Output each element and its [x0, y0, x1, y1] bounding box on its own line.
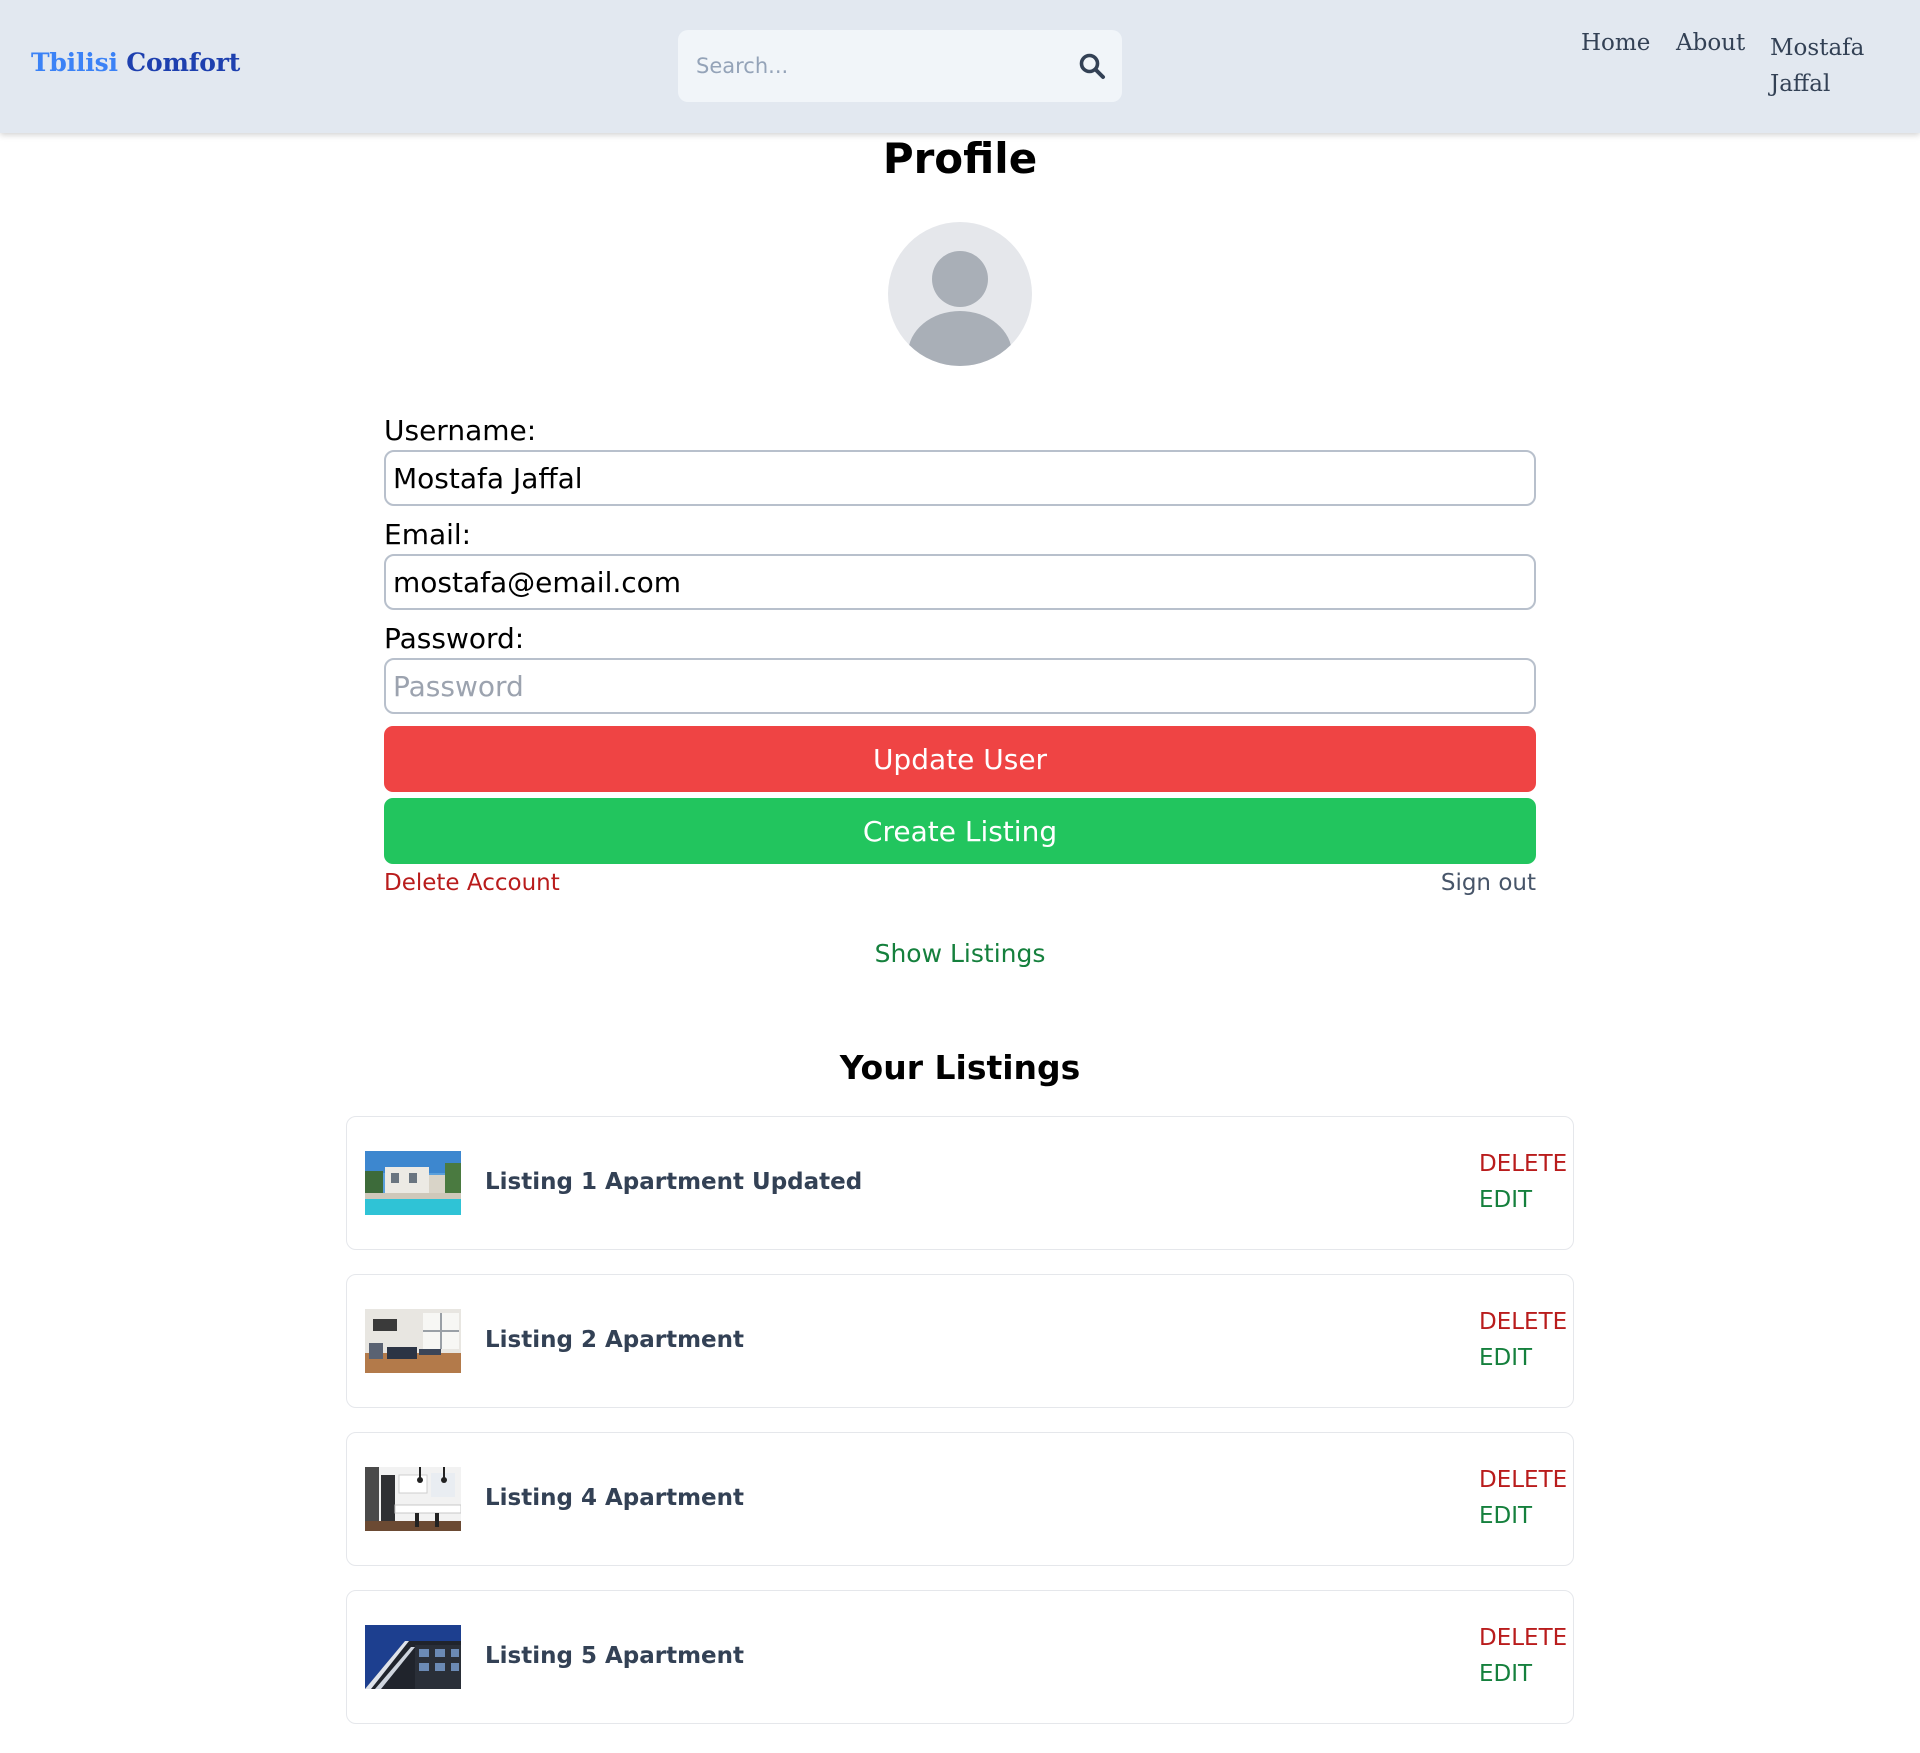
listing-card: Listing 1 Apartment Updated DELETE EDIT	[346, 1116, 1574, 1250]
listing-title[interactable]: Listing 1 Apartment Updated	[485, 1169, 862, 1195]
listing-title[interactable]: Listing 5 Apartment	[485, 1643, 744, 1669]
edit-listing-button[interactable]: EDIT	[1479, 1661, 1532, 1687]
password-label: Password:	[384, 622, 525, 655]
nav-user-link[interactable]: Mostafa Jaffal	[1770, 30, 1880, 102]
create-listing-button[interactable]: Create Listing	[384, 798, 1536, 864]
email-field[interactable]	[384, 554, 1536, 610]
listing-thumbnail[interactable]	[365, 1151, 461, 1215]
user-avatar-icon[interactable]	[888, 222, 1032, 366]
delete-listing-button[interactable]: DELETE	[1479, 1625, 1567, 1651]
nav-home-link[interactable]: Home	[1581, 30, 1650, 56]
listing-thumbnail[interactable]	[365, 1467, 461, 1531]
listing-thumbnail[interactable]	[365, 1625, 461, 1689]
listing-card: Listing 4 Apartment DELETE EDIT	[346, 1432, 1574, 1566]
search-icon[interactable]	[1078, 52, 1106, 80]
delete-listing-button[interactable]: DELETE	[1479, 1151, 1567, 1177]
show-listings-button[interactable]: Show Listings	[384, 939, 1536, 968]
update-user-button[interactable]: Update User	[384, 726, 1536, 792]
email-label: Email:	[384, 518, 472, 551]
edit-listing-button[interactable]: EDIT	[1479, 1503, 1532, 1529]
delete-account-link[interactable]: Delete Account	[384, 870, 560, 896]
delete-listing-button[interactable]: DELETE	[1479, 1467, 1567, 1493]
listing-card: Listing 5 Apartment DELETE EDIT	[346, 1590, 1574, 1724]
your-listings-heading: Your Listings	[839, 1048, 1081, 1087]
listing-card: Listing 2 Apartment DELETE EDIT	[346, 1274, 1574, 1408]
brand-part-2: Comfort	[126, 48, 241, 77]
page-title: Profile	[882, 134, 1038, 183]
brand-part-1: Tbilisi	[31, 48, 118, 77]
listing-thumbnail[interactable]	[365, 1309, 461, 1373]
password-field[interactable]	[384, 658, 1536, 714]
brand-logo[interactable]: Tbilisi Comfort	[31, 48, 240, 77]
search-input[interactable]	[696, 48, 1056, 84]
delete-listing-button[interactable]: DELETE	[1479, 1309, 1567, 1335]
search-box	[678, 30, 1122, 102]
nav-about-link[interactable]: About	[1676, 30, 1745, 56]
listing-title[interactable]: Listing 2 Apartment	[485, 1327, 744, 1353]
listing-title[interactable]: Listing 4 Apartment	[485, 1485, 744, 1511]
username-field[interactable]	[384, 450, 1536, 506]
top-navbar: Tbilisi Comfort Home About Mostafa Jaffa…	[0, 0, 1920, 133]
username-label: Username:	[384, 414, 537, 447]
edit-listing-button[interactable]: EDIT	[1479, 1187, 1532, 1213]
edit-listing-button[interactable]: EDIT	[1479, 1345, 1532, 1371]
sign-out-link[interactable]: Sign out	[1441, 870, 1536, 896]
